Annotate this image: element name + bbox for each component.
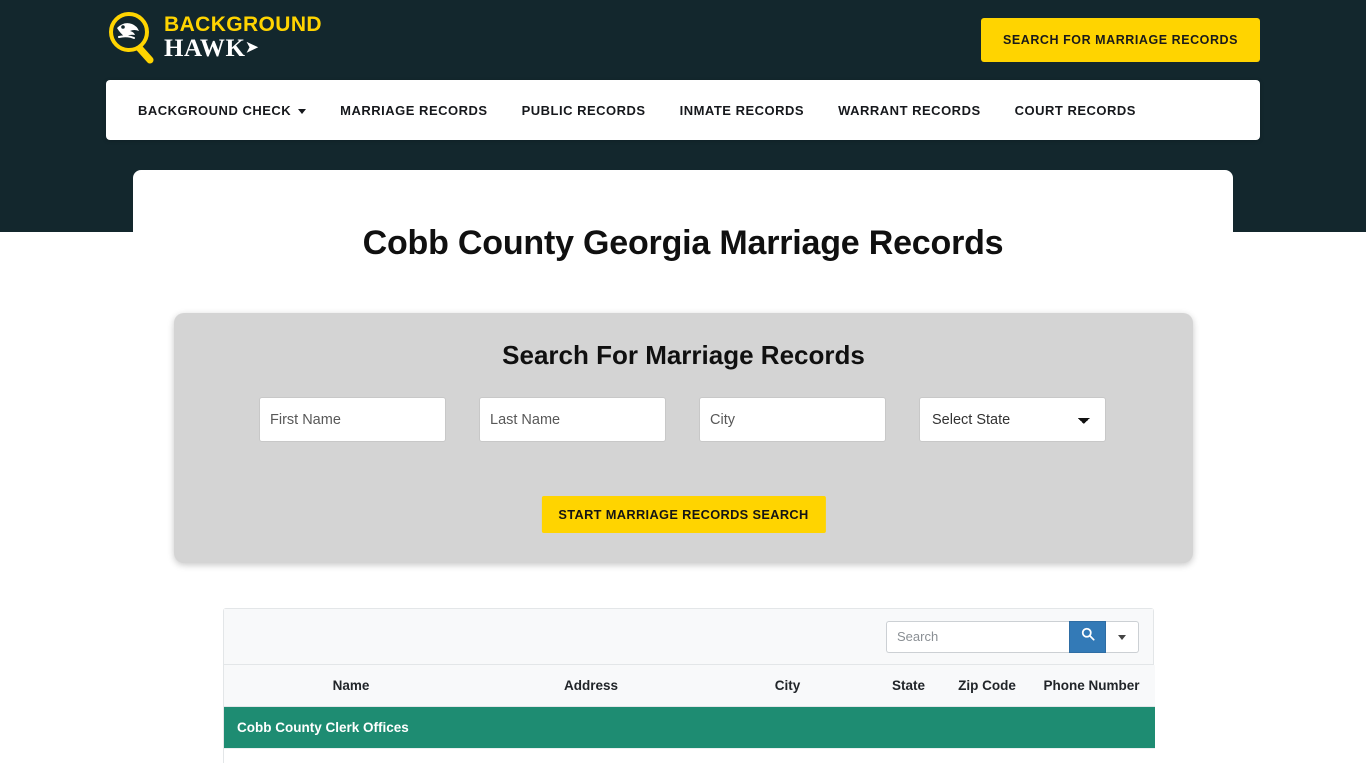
table-body: Cobb County Clerk Offices xyxy=(224,706,1155,763)
nav-item-court-records[interactable]: COURT RECORDS xyxy=(1015,103,1136,118)
table-search-options-button[interactable] xyxy=(1106,620,1139,653)
nav-item-label: PUBLIC RECORDS xyxy=(521,102,646,118)
logo-line-hawk: HAWK➤ xyxy=(164,34,259,62)
column-header-name[interactable]: Name xyxy=(224,665,478,707)
logo-wordmark: BACKGROUND HAWK➤ xyxy=(164,14,322,63)
search-panel-heading: Search For Marriage Records xyxy=(502,340,865,370)
table-header: Name Address City State Zip Code Phone N… xyxy=(224,665,1155,707)
table-search-group xyxy=(886,620,1139,653)
first-name-input[interactable] xyxy=(259,397,446,442)
page-title: Cobb County Georgia Marriage Records xyxy=(362,224,1004,262)
logo-line-background: BACKGROUND xyxy=(164,12,322,36)
nav-item-background-check[interactable]: BACKGROUND CHECK xyxy=(138,102,307,118)
site-logo[interactable]: BACKGROUND HAWK➤ xyxy=(106,9,376,67)
wing-icon: ➤ xyxy=(245,39,259,56)
marriage-records-table: Name Address City State Zip Code Phone N… xyxy=(224,665,1155,763)
nav-item-marriage-records[interactable]: MARRIAGE RECORDS xyxy=(340,103,487,118)
chevron-down-icon xyxy=(298,108,307,114)
header-search-marriage-records-button[interactable]: SEARCH FOR MARRIAGE RECORDS xyxy=(981,18,1260,62)
search-fields-row: Select State xyxy=(259,397,1108,442)
nav-item-inmate-records[interactable]: INMATE RECORDS xyxy=(680,103,804,118)
column-header-state[interactable]: State xyxy=(871,665,946,707)
start-marriage-records-search-button[interactable]: START MARRIAGE RECORDS SEARCH xyxy=(541,496,826,533)
table-toolbar xyxy=(224,609,1153,665)
nav-item-label: BACKGROUND CHECK xyxy=(138,102,292,118)
table-cell xyxy=(224,748,1155,763)
column-header-zip-code[interactable]: Zip Code xyxy=(946,665,1028,707)
column-header-address[interactable]: Address xyxy=(478,665,704,707)
nav-item-label: INMATE RECORDS xyxy=(679,102,805,118)
magnifier-hawk-logo-icon xyxy=(106,10,162,66)
state-select[interactable]: Select State xyxy=(919,397,1106,442)
table-row xyxy=(224,748,1155,763)
table-search-button[interactable] xyxy=(1069,620,1106,653)
last-name-input[interactable] xyxy=(479,397,666,442)
table-search-input[interactable] xyxy=(886,620,1069,653)
city-input[interactable] xyxy=(699,397,886,442)
marriage-records-search-panel: Search For Marriage Records Select State… xyxy=(174,313,1193,563)
nav-item-label: WARRANT RECORDS xyxy=(838,102,981,118)
table-header-row: Name Address City State Zip Code Phone N… xyxy=(224,665,1155,707)
page-root: BACKGROUND HAWK➤ SEARCH FOR MARRIAGE REC… xyxy=(0,0,1366,768)
chevron-down-icon xyxy=(1118,635,1126,640)
nav-item-label: MARRIAGE RECORDS xyxy=(340,102,488,118)
table-group-row: Cobb County Clerk Offices xyxy=(224,706,1155,749)
records-table-panel: Name Address City State Zip Code Phone N… xyxy=(223,608,1155,763)
column-header-city[interactable]: City xyxy=(704,665,871,707)
content-card: Cobb County Georgia Marriage Records Sea… xyxy=(133,170,1233,768)
nav-item-label: COURT RECORDS xyxy=(1014,102,1136,118)
nav-item-public-records[interactable]: PUBLIC RECORDS xyxy=(522,103,646,118)
main-navigation: BACKGROUND CHECK MARRIAGE RECORDS PUBLIC… xyxy=(106,80,1260,140)
top-bar: BACKGROUND HAWK➤ SEARCH FOR MARRIAGE REC… xyxy=(0,0,1366,80)
search-icon xyxy=(1081,627,1095,646)
nav-item-warrant-records[interactable]: WARRANT RECORDS xyxy=(838,103,981,118)
column-header-phone-number[interactable]: Phone Number xyxy=(1028,665,1155,707)
table-group-row-label: Cobb County Clerk Offices xyxy=(224,706,1155,749)
